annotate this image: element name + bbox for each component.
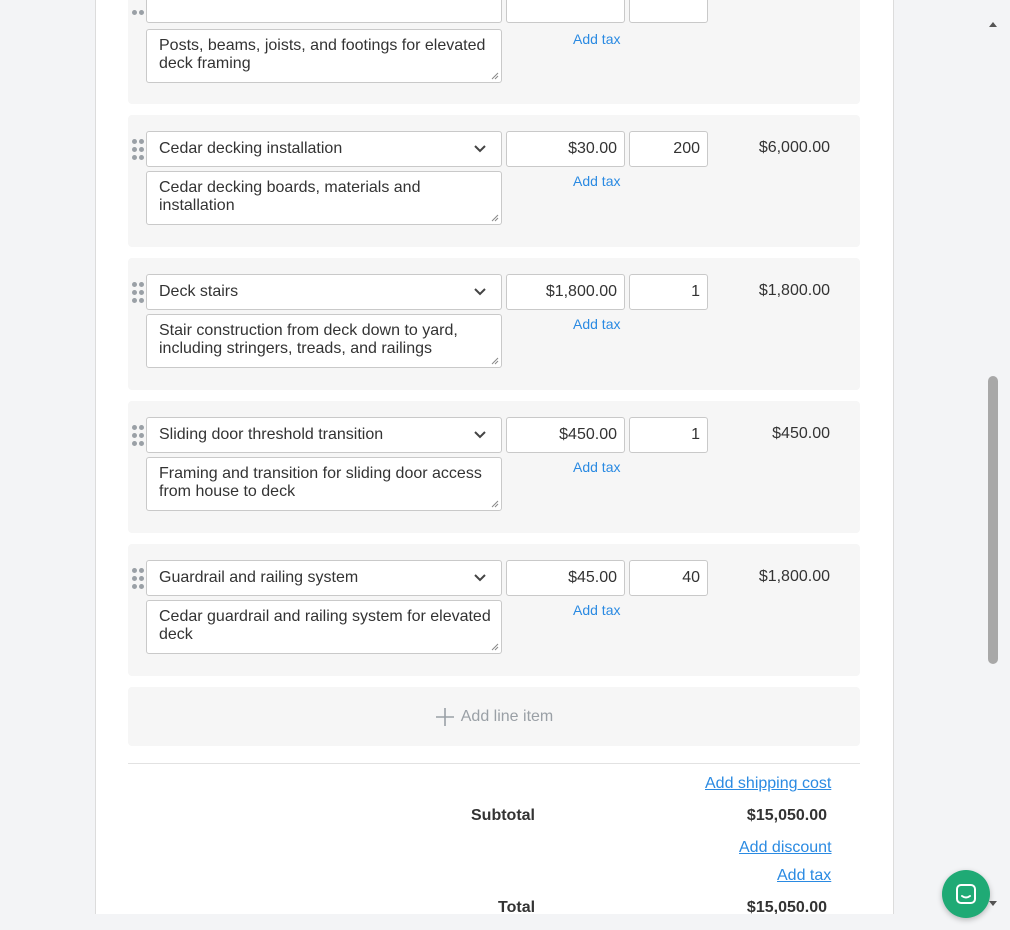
add-line-item-button[interactable]: Add line item [128,687,860,746]
chat-button[interactable] [942,870,990,918]
qty-value: 40 [682,569,700,586]
resize-grip-icon [491,500,499,508]
add-shipping-link[interactable]: Add shipping cost [705,775,831,793]
qty-input[interactable]: 40 [629,560,708,596]
add-line-item-label: Add line item [460,707,554,725]
line-item: Guardrail and railing system $45.00 40 $… [128,544,860,676]
price-value: $1,800.00 [545,283,617,300]
line-item: Cedar decking installation $30.00 200 $6… [128,115,860,247]
scroll-down-arrow-icon[interactable] [988,900,998,908]
summary-divider [128,763,860,764]
resize-grip-icon [491,357,499,365]
qty-value: 1 [691,426,700,443]
chevron-down-icon [474,574,486,582]
description-text: Posts, beams, joists, and footings for e… [159,37,486,72]
chat-icon [956,884,976,904]
chevron-down-icon [474,431,486,439]
item-select[interactable]: Deck stairs [146,274,502,310]
page-bottom-band [0,914,1010,930]
drag-handle-icon[interactable] [132,425,144,447]
description-text: Cedar decking boards, materials and inst… [159,179,421,214]
item-name: Cedar decking installation [159,140,343,157]
add-tax-link[interactable]: Add tax [573,459,620,475]
add-tax-link[interactable]: Add tax [573,602,620,618]
qty-input[interactable]: 200 [629,131,708,167]
description-text: Cedar guardrail and railing system for e… [159,608,491,643]
price-value: $450.00 [559,426,617,443]
price-value: $45.00 [568,569,617,586]
plus-icon [435,707,454,726]
qty-input[interactable] [629,0,708,23]
scroll-up-arrow-icon[interactable] [988,20,998,28]
drag-handle-icon[interactable] [132,10,144,32]
add-tax-summary-link[interactable]: Add tax [777,867,831,885]
item-name: Deck stairs [159,283,239,300]
item-name: Sliding door threshold transition [159,426,384,443]
price-input[interactable]: $1,800.00 [506,274,625,310]
chevron-down-icon [474,288,486,296]
price-input[interactable]: $45.00 [506,560,625,596]
line-total: $6,000.00 [758,139,830,156]
line-item: Posts, beams, joists, and footings for e… [128,0,860,104]
qty-input[interactable]: 1 [629,417,708,453]
description-textarea[interactable]: Framing and transition for sliding door … [146,457,502,511]
price-input[interactable]: $30.00 [506,131,625,167]
description-text: Framing and transition for sliding door … [159,465,482,500]
add-tax-link[interactable]: Add tax [573,173,620,189]
item-select[interactable]: Guardrail and railing system [146,560,502,596]
line-total: $1,800.00 [758,568,830,585]
price-input[interactable] [506,0,625,23]
qty-value: 200 [673,140,700,157]
add-tax-link[interactable]: Add tax [573,316,620,332]
description-textarea[interactable]: Cedar decking boards, materials and inst… [146,171,502,225]
resize-grip-icon [491,643,499,651]
item-select[interactable] [146,0,502,23]
item-select[interactable]: Cedar decking installation [146,131,502,167]
resize-grip-icon [491,214,499,222]
description-textarea[interactable]: Posts, beams, joists, and footings for e… [146,29,502,83]
line-total: $450.00 [772,425,830,442]
item-name: Guardrail and railing system [159,569,359,586]
scrollbar-thumb[interactable] [988,376,998,664]
price-input[interactable]: $450.00 [506,417,625,453]
drag-handle-icon[interactable] [132,568,144,590]
subtotal-label: Subtotal [471,807,535,824]
qty-input[interactable]: 1 [629,274,708,310]
line-item: Sliding door threshold transition $450.0… [128,401,860,533]
drag-handle-icon[interactable] [132,282,144,304]
drag-handle-icon[interactable] [132,139,144,161]
chevron-down-icon [474,145,486,153]
resize-grip-icon [491,72,499,80]
qty-value: 1 [691,283,700,300]
line-item: Deck stairs $1,800.00 1 $1,800.00 Stair … [128,258,860,390]
price-value: $30.00 [568,140,617,157]
description-textarea[interactable]: Cedar guardrail and railing system for e… [146,600,502,654]
add-discount-link[interactable]: Add discount [739,839,832,857]
item-select[interactable]: Sliding door threshold transition [146,417,502,453]
line-total: $1,800.00 [758,282,830,299]
description-text: Stair construction from deck down to yar… [159,322,458,357]
subtotal-value: $15,050.00 [746,807,827,824]
add-tax-link[interactable]: Add tax [573,31,620,47]
description-textarea[interactable]: Stair construction from deck down to yar… [146,314,502,368]
